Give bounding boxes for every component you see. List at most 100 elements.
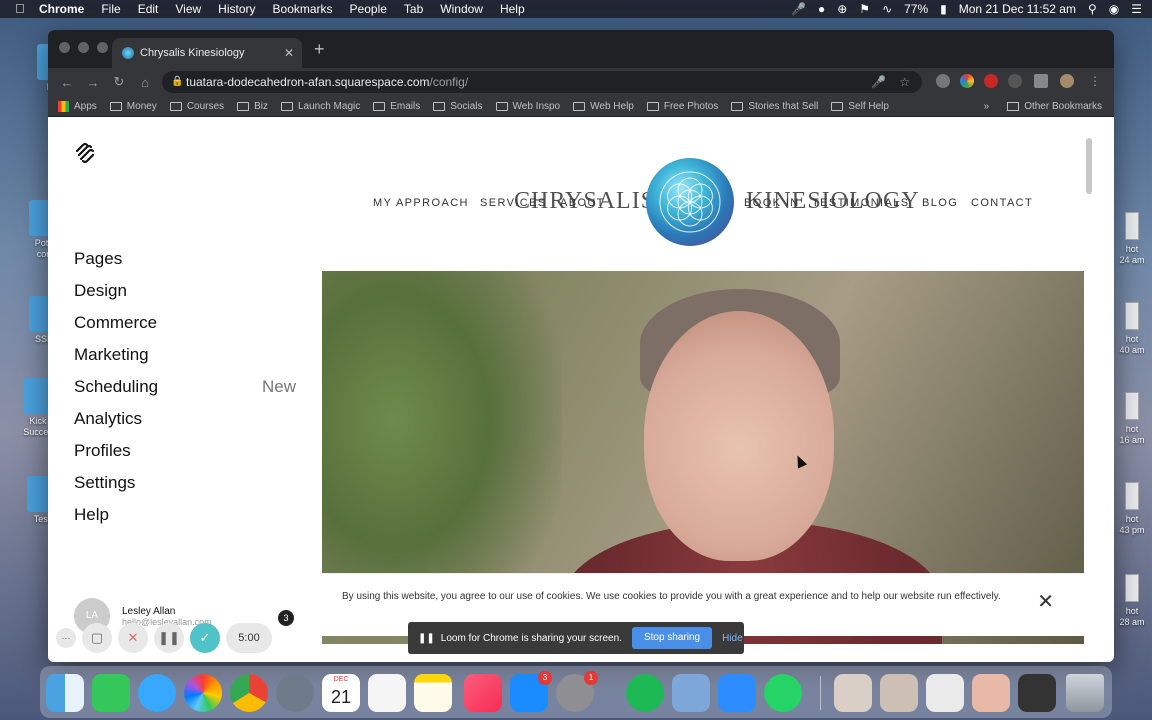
trash-icon[interactable] [1066, 674, 1104, 712]
control-center-icon[interactable]: ☰ [1131, 2, 1142, 16]
close-window-button[interactable] [59, 42, 70, 53]
loom-status-icon[interactable]: ● [818, 2, 825, 16]
address-bar[interactable]: 🔒 tuatara-dodecahedron-afan.squarespace.… [162, 71, 922, 93]
loom-finish-icon[interactable]: ✓ [190, 623, 220, 653]
puzzle-extensions-icon[interactable] [1034, 74, 1048, 88]
reminders-icon[interactable] [368, 674, 406, 712]
notes-icon[interactable] [414, 674, 452, 712]
chrome-icon[interactable] [230, 674, 268, 712]
bookmark-folder[interactable]: Free Photos [646, 101, 718, 112]
other-bookmarks[interactable]: » Other Bookmarks [984, 101, 1102, 112]
bookmark-folder[interactable]: Self Help [831, 101, 889, 112]
recent-document-thumbnail[interactable] [1018, 674, 1056, 712]
extension-icon[interactable] [1008, 74, 1022, 88]
back-icon[interactable]: ← [54, 75, 80, 90]
site-nav-contact[interactable]: CONTACT [971, 197, 1033, 209]
sidebar-item-design[interactable]: Design [74, 275, 296, 307]
bookmark-folder[interactable]: Web Inspo [495, 101, 560, 112]
bluetooth-icon[interactable]: ⊕ [837, 2, 847, 16]
messages-icon[interactable] [138, 674, 176, 712]
site-nav-blog[interactable]: BLOG [922, 197, 958, 209]
recent-document-thumbnail[interactable] [972, 674, 1010, 712]
bookmark-folder[interactable]: Launch Magic [280, 101, 360, 112]
facetime-icon[interactable] [92, 674, 130, 712]
sidebar-item-commerce[interactable]: Commerce [74, 307, 296, 339]
sidebar-item-pages[interactable]: Pages [74, 243, 296, 275]
menu-file[interactable]: File [101, 2, 120, 16]
bookmark-folder[interactable]: Biz [237, 101, 268, 112]
loom-extension-icon[interactable] [984, 74, 998, 88]
color-extension-icon[interactable] [960, 74, 974, 88]
desktop-screenshot-icon[interactable]: hot 16 am [1112, 392, 1152, 446]
desktop-screenshot-icon[interactable]: hot 24 am [1112, 212, 1152, 266]
bookmark-folder[interactable]: Courses [169, 101, 224, 112]
desktop-screenshot-icon[interactable]: hot 40 am [1112, 302, 1152, 356]
loom-cancel-icon[interactable]: ✕ [118, 623, 148, 653]
recent-document-thumbnail[interactable] [834, 674, 872, 712]
bookmark-folder[interactable]: Socials [433, 101, 483, 112]
sidebar-item-marketing[interactable]: Marketing [74, 339, 296, 371]
desktop-screenshot-icon[interactable]: hot 28 am [1112, 574, 1152, 628]
sidebar-item-scheduling[interactable]: Scheduling New [74, 371, 296, 403]
wifi-icon[interactable]: ∿ [882, 2, 892, 16]
site-logo-flower-of-life-icon[interactable] [646, 158, 734, 246]
finder-icon[interactable] [46, 674, 84, 712]
spotify-icon[interactable] [626, 674, 664, 712]
site-nav-about[interactable]: ABOUT [560, 197, 605, 209]
site-nav-my-approach[interactable]: MY APPROACH [373, 197, 469, 209]
close-tab-icon[interactable]: ✕ [284, 46, 294, 60]
preview-scrollbar[interactable] [1086, 138, 1092, 194]
browser-tab[interactable]: Chrysalis Kinesiology ✕ [112, 38, 302, 68]
minimize-window-button[interactable] [78, 42, 89, 53]
site-nav-testimonials[interactable]: TESTIMONIALS [812, 197, 909, 209]
preview-app-icon[interactable] [672, 674, 710, 712]
loom-pause-icon[interactable]: ❚❚ [154, 623, 184, 653]
siri-icon[interactable]: ◉ [1109, 2, 1119, 16]
flag-icon[interactable]: ⚑ [859, 2, 870, 16]
camera-extension-icon[interactable] [936, 74, 950, 88]
menu-tab[interactable]: Tab [404, 2, 423, 16]
photos-icon[interactable] [184, 674, 222, 712]
recent-document-thumbnail[interactable] [880, 674, 918, 712]
microphone-icon[interactable]: 🎤 [791, 2, 806, 16]
whatsapp-icon[interactable] [764, 674, 802, 712]
voice-search-icon[interactable]: 🎤 [871, 71, 886, 93]
spotlight-search-icon[interactable]: ⚲ [1088, 2, 1097, 16]
bookmark-star-icon[interactable]: ☆ [899, 71, 910, 93]
zoom-window-button[interactable] [97, 42, 108, 53]
bookmark-apps[interactable]: Apps [58, 100, 97, 112]
desktop-screenshot-icon[interactable]: hot 43 pm [1112, 482, 1152, 536]
home-icon[interactable]: ⌂ [132, 75, 158, 90]
menu-app[interactable]: Chrome [39, 2, 84, 16]
forward-icon[interactable]: → [80, 75, 106, 90]
zoom-icon[interactable] [718, 674, 756, 712]
squarespace-logo-icon[interactable] [74, 142, 96, 164]
site-nav-book-in[interactable]: BOOK IN [744, 197, 800, 209]
calendar-icon[interactable]: DEC 21 [322, 674, 360, 712]
bookmark-folder[interactable]: Web Help [573, 101, 634, 112]
profile-avatar[interactable] [1060, 74, 1074, 88]
reload-icon[interactable]: ↻ [106, 74, 132, 90]
site-nav-services[interactable]: SERVICES [480, 197, 547, 209]
new-tab-button[interactable]: + [314, 39, 325, 60]
hide-sharing-bar-button[interactable]: Hide [722, 633, 743, 644]
menu-people[interactable]: People [350, 2, 387, 16]
music-icon[interactable] [464, 674, 502, 712]
bookmarks-overflow-button[interactable]: » [984, 101, 990, 112]
battery-percent[interactable]: 77% [904, 2, 928, 16]
sidebar-item-help[interactable]: Help [74, 499, 296, 531]
clock-datetime[interactable]: Mon 21 Dec 11:52 am [959, 2, 1076, 16]
menu-edit[interactable]: Edit [138, 2, 159, 16]
system-preferences-icon[interactable]: 1 [556, 671, 598, 712]
sidebar-item-settings[interactable]: Settings [74, 467, 296, 499]
menu-window[interactable]: Window [440, 2, 483, 16]
menu-help[interactable]: Help [500, 2, 525, 16]
cookie-close-icon[interactable]: ✕ [1037, 592, 1054, 612]
loom-camera-icon[interactable]: ▢ [82, 623, 112, 653]
stop-sharing-button[interactable]: Stop sharing [631, 627, 713, 649]
notification-count-badge[interactable]: 3 [278, 610, 294, 626]
menu-bookmarks[interactable]: Bookmarks [273, 2, 333, 16]
bookmark-folder[interactable]: Money [109, 101, 157, 112]
apple-icon[interactable]:  [15, 2, 29, 16]
launchpad-icon[interactable] [276, 674, 314, 712]
